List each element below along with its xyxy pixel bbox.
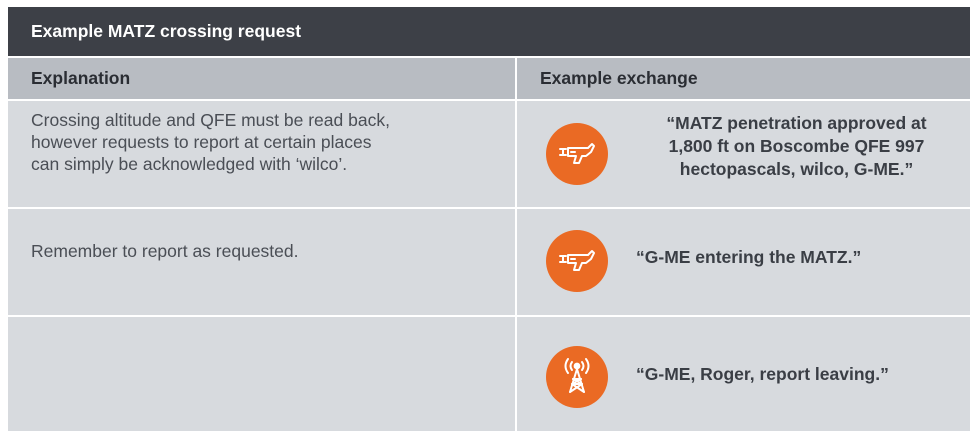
explanation-line: can simply be acknowledged with ‘wilco’. [31,154,348,174]
exchange-line: “MATZ penetration approved at [666,113,927,133]
explanation-line: Remember to report as requested. [31,241,299,261]
exchange-line: hectopascals, wilco, G-ME.” [679,159,914,179]
radio-tower-icon [546,346,608,408]
exchange-header: Example exchange [517,58,970,99]
table-row-1-exchange: “MATZ penetration approved at 1,800 ft o… [517,101,970,207]
explanation-header: Explanation [8,58,515,99]
aircraft-icon [546,123,608,185]
table-row-2-exchange: “G-ME entering the MATZ.” [517,209,970,315]
explanation-line: however requests to report at certain pl… [31,132,372,152]
exchange-line: “G-ME, Roger, report leaving.” [636,364,889,384]
table-row-2-explanation: Remember to report as requested. [8,209,515,315]
explanation-line: Crossing altitude and QFE must be read b… [31,110,390,130]
table-title: Example MATZ crossing request [8,7,970,56]
table-row-3-explanation [8,317,515,431]
exchange-line: “G-ME entering the MATZ.” [636,247,862,267]
matz-example-table: Example MATZ crossing request Explanatio… [8,7,970,431]
exchange-line: 1,800 ft on Boscombe QFE 997 [668,136,925,156]
aircraft-icon [546,230,608,292]
table-row-3-exchange: “G-ME, Roger, report leaving.” [517,317,970,431]
table-row-1-explanation: Crossing altitude and QFE must be read b… [8,101,515,207]
